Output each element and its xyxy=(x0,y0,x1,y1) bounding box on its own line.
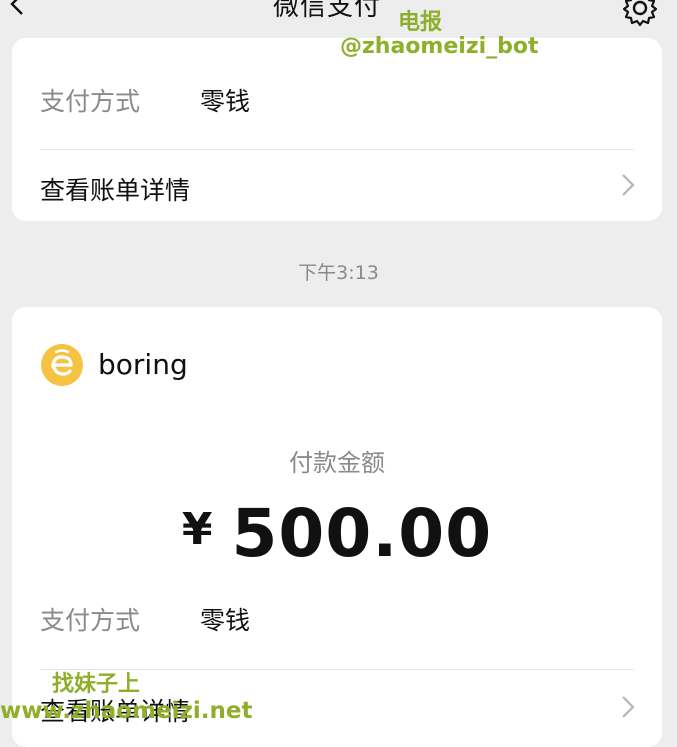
amount: ¥500.00 xyxy=(12,495,662,572)
watermark-text: 找妹子上 xyxy=(52,672,141,697)
pay-method-label: 支付方式 xyxy=(40,606,141,635)
chevron-right-icon xyxy=(620,172,636,198)
view-bill-details-row[interactable]: 查看账单详情 xyxy=(12,150,662,220)
timestamp: 下午3:13 xyxy=(298,262,379,284)
watermark-text: 电报 xyxy=(398,10,443,35)
merchant-logo-icon xyxy=(40,343,84,387)
watermark-text: @zhaomeizi_bot xyxy=(340,34,539,59)
currency-symbol: ¥ xyxy=(181,504,214,555)
view-bill-details-link[interactable]: 查看账单详情 xyxy=(40,171,190,207)
pay-method-value: 零钱 xyxy=(200,87,251,116)
transaction-card-previous: 支付方式 零钱 查看账单详情 xyxy=(12,38,662,221)
pay-method-label: 支付方式 xyxy=(40,87,141,116)
merchant-name: boring xyxy=(98,348,188,381)
amount-value: 500.00 xyxy=(231,495,493,572)
amount-label: 付款金额 xyxy=(289,449,385,477)
top-bar: 微信支付 xyxy=(0,0,677,34)
pay-method-value: 零钱 xyxy=(200,606,251,635)
chevron-right-icon xyxy=(620,694,636,720)
watermark-text: www.zhaomeizi.net xyxy=(0,698,253,724)
page-title: 微信支付 xyxy=(273,0,382,22)
back-icon[interactable] xyxy=(6,0,30,16)
gear-icon[interactable] xyxy=(620,0,660,28)
